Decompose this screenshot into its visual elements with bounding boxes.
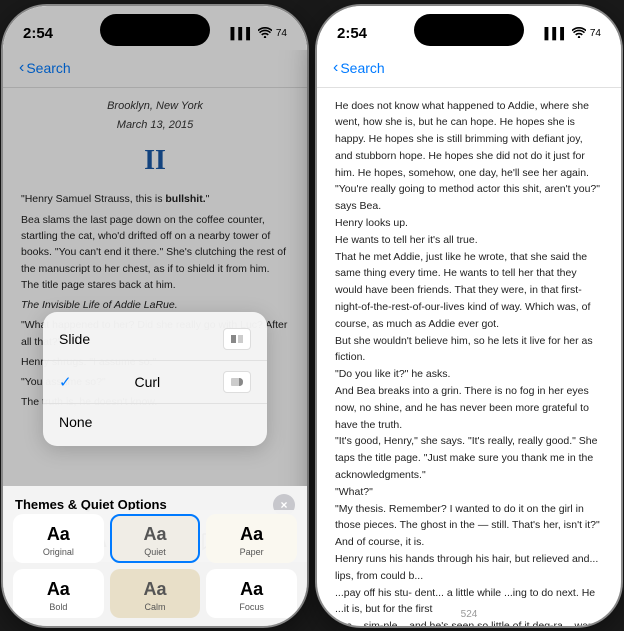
theme-label-calm: Calm: [144, 602, 165, 612]
theme-label-paper: Paper: [240, 547, 264, 557]
menu-item-curl[interactable]: ✓ Curl: [43, 361, 267, 403]
theme-label-focus: Focus: [239, 602, 264, 612]
right-phone: 2:54 ▌▌▌ 74 ‹ Search He does not know wh…: [317, 6, 621, 626]
theme-label-quiet: Quiet: [144, 547, 166, 557]
right-status-icons: ▌▌▌ 74: [544, 27, 601, 41]
theme-preview-calm: Aa: [143, 579, 166, 600]
app-container: 2:54 ▌▌▌ 74 ‹ Search Brooklyn, New York …: [3, 6, 621, 626]
right-nav-bar[interactable]: ‹ Search: [317, 50, 621, 88]
theme-card-paper[interactable]: Aa Paper: [206, 514, 297, 563]
page-number: 524: [461, 609, 478, 620]
menu-item-slide[interactable]: Slide: [43, 318, 267, 360]
right-para-3: Henry looks up.: [335, 215, 603, 232]
right-para-1: He does not know what happened to Addie,…: [335, 98, 603, 182]
right-signal-icon: ▌▌▌: [544, 28, 567, 40]
menu-item-none[interactable]: None: [43, 404, 267, 440]
right-back-button[interactable]: ‹ Search: [333, 59, 385, 77]
theme-card-original[interactable]: Aa Original: [13, 514, 104, 563]
theme-preview-focus: Aa: [240, 579, 263, 600]
theme-label-bold: Bold: [49, 602, 67, 612]
theme-preview-bold: Aa: [47, 579, 70, 600]
right-chevron-left-icon: ‹: [333, 59, 338, 77]
none-label: None: [59, 414, 92, 430]
curl-icon-box: [223, 371, 251, 393]
right-para-2: "You're really going to method actor thi…: [335, 181, 603, 215]
left-phone: 2:54 ▌▌▌ 74 ‹ Search Brooklyn, New York …: [3, 6, 307, 626]
slide-label: Slide: [59, 331, 90, 347]
right-para-7: "Do you like it?" he asks.: [335, 366, 603, 383]
right-back-label: Search: [340, 60, 384, 76]
right-dynamic-island: [414, 14, 524, 46]
theme-card-focus[interactable]: Aa Focus: [206, 569, 297, 618]
theme-cards-grid: Aa Original Aa Quiet Aa Paper Aa Bold Aa…: [3, 510, 307, 626]
theme-preview-paper: Aa: [240, 524, 263, 545]
right-para-6: But she wouldn't believe him, so he lets…: [335, 333, 603, 367]
theme-card-quiet[interactable]: Aa Quiet: [110, 514, 201, 563]
slide-icon-box: [223, 328, 251, 350]
right-para-10: "What?": [335, 484, 603, 501]
right-para-12: And of course, it is.: [335, 534, 603, 551]
right-wifi-icon: [572, 27, 586, 41]
theme-label-original: Original: [43, 547, 74, 557]
theme-card-calm[interactable]: Aa Calm: [110, 569, 201, 618]
curl-label: Curl: [134, 374, 160, 390]
right-battery-icon: 74: [590, 28, 601, 39]
right-time: 2:54: [337, 25, 367, 42]
right-para-9: "It's good, Henry," she says. "It's real…: [335, 433, 603, 483]
theme-preview-original: Aa: [47, 524, 70, 545]
check-icon: ✓: [59, 373, 72, 391]
right-para-13: Henry runs his hands through his hair, b…: [335, 551, 603, 585]
theme-preview-quiet: Aa: [143, 524, 166, 545]
theme-card-bold[interactable]: Aa Bold: [13, 569, 104, 618]
right-para-8: And Bea breaks into a grin. There is no …: [335, 383, 603, 433]
right-para-5: That he met Addie, just like he wrote, t…: [335, 249, 603, 333]
right-para-4: He wants to tell her it's all true.: [335, 232, 603, 249]
right-book-content: He does not know what happened to Addie,…: [317, 88, 621, 626]
transition-menu: Slide ✓ Curl None: [43, 312, 267, 446]
right-para-11: "My thesis. Remember? I wanted to do it …: [335, 501, 603, 535]
